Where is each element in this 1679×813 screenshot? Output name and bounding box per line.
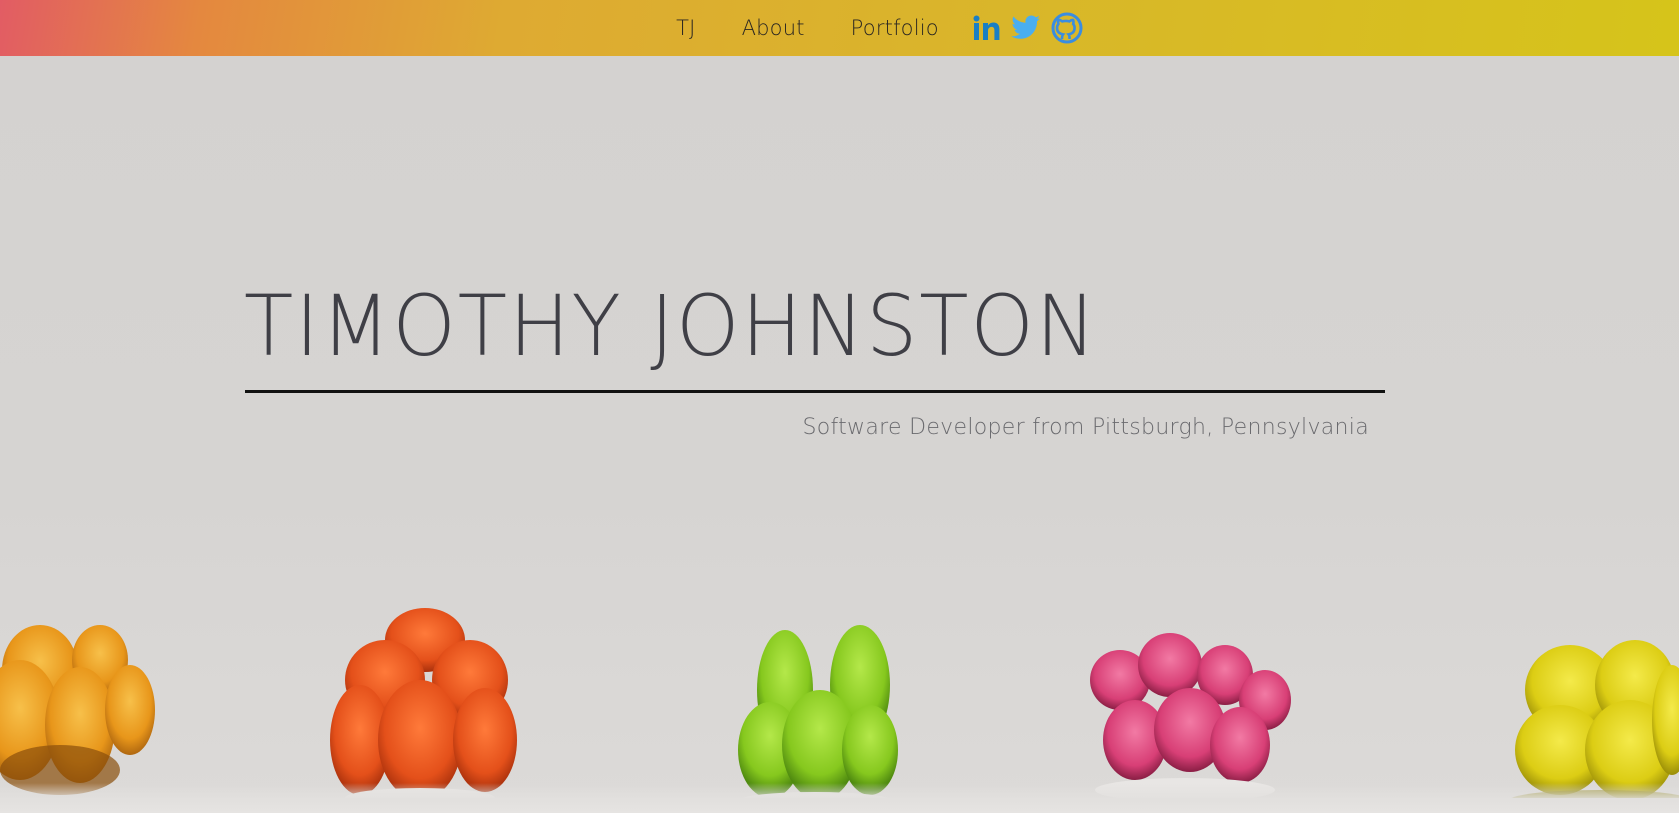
nav-inner: TJ About Portfolio — [676, 12, 1083, 44]
nav-link-about[interactable]: About — [742, 16, 805, 40]
hero-subtitle: Software Developer from Pittsburgh, Penn… — [802, 415, 1369, 440]
github-icon[interactable] — [1051, 12, 1083, 44]
orange-cactus — [0, 625, 155, 795]
green-cactus — [738, 625, 898, 808]
page: TJ About Portfolio TIMOTHY JOHNSTON Soft… — [0, 0, 1679, 813]
social-links — [973, 12, 1083, 44]
hero-divider — [245, 390, 1385, 393]
top-navbar: TJ About Portfolio — [0, 0, 1679, 56]
twitter-icon[interactable] — [1011, 15, 1041, 41]
nav-link-home[interactable]: TJ — [676, 16, 695, 40]
nav-link-portfolio[interactable]: Portfolio — [851, 16, 939, 40]
red-cactus — [330, 608, 517, 808]
linkedin-icon[interactable] — [973, 15, 1001, 41]
cactus-illustration — [0, 608, 1679, 813]
pink-cactus — [1090, 633, 1291, 802]
ground-fade — [0, 783, 1679, 813]
hero-title: TIMOTHY JOHNSTON — [244, 277, 1099, 375]
